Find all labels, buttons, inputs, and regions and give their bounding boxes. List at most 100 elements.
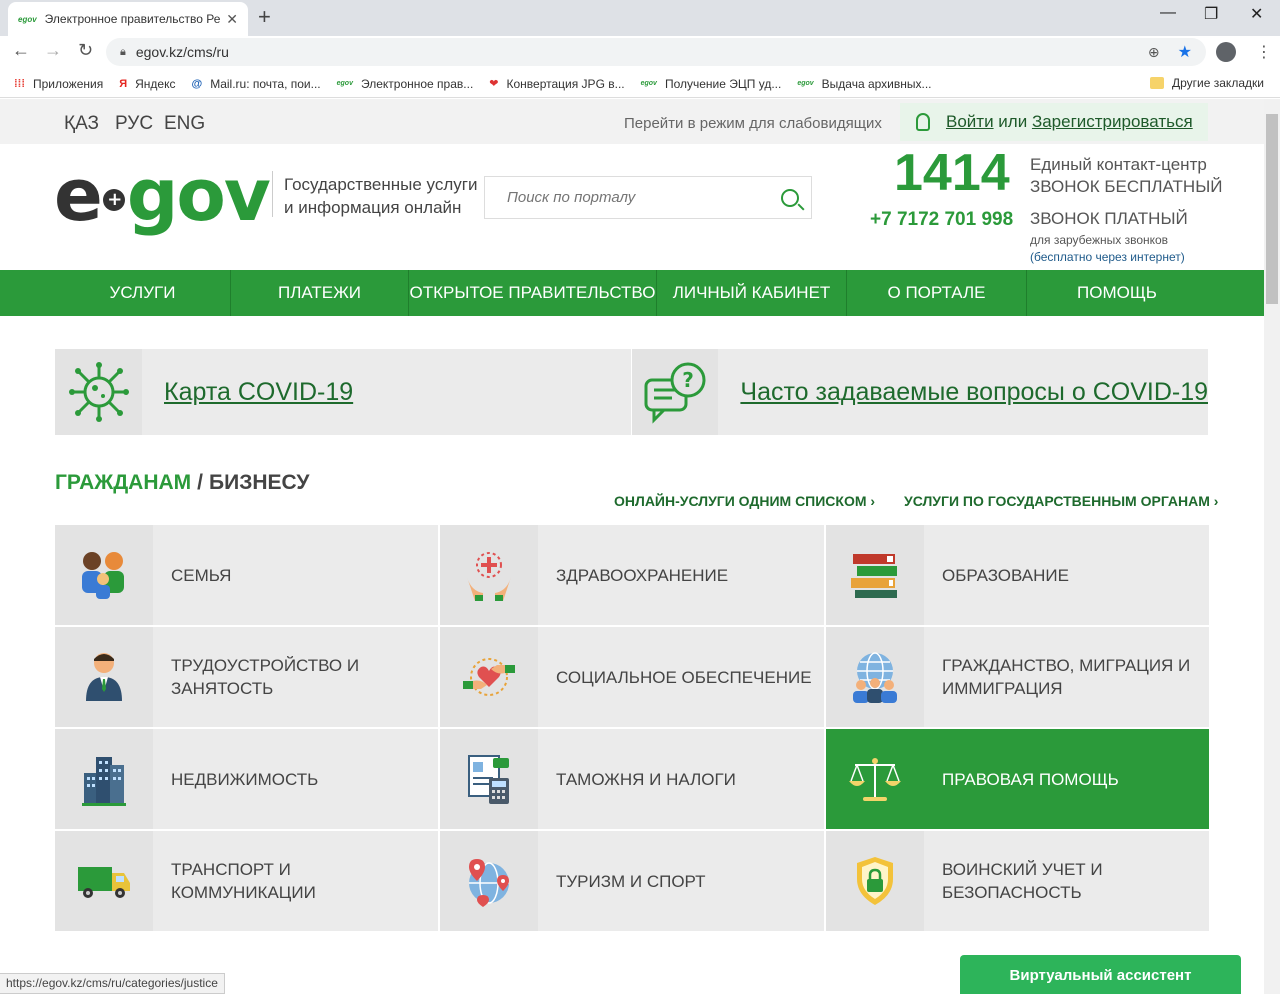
bookmarks-bar: ⁞⁞⁞ Приложения Я Яндекс @ Mail.ru: почта, пои…	[0, 70, 1280, 98]
category-tile[interactable]: Воинский учет и безопасность	[826, 831, 1209, 931]
heart-hands-icon	[440, 627, 538, 727]
browser-tab[interactable]: egov Электронное правительство Ре ✕	[8, 2, 248, 36]
logo-divider	[272, 171, 273, 217]
egov-icon: egov	[797, 80, 814, 87]
bookmark-label: Получение ЭЦП уд...	[664, 76, 782, 91]
browser-menu-icon[interactable]: ⋮	[1256, 42, 1272, 62]
section-title: ГРАЖДАНАМ / БИЗНЕСУ	[55, 471, 310, 494]
egov-icon: egov	[336, 80, 353, 87]
bookmark-item[interactable]: egov Выдача архивных...	[797, 77, 931, 91]
call-paid-text: ЗВОНОК ПЛАТНЫЙ	[1030, 209, 1188, 228]
maximize-icon[interactable]: ❐	[1204, 4, 1218, 24]
lang-kaz[interactable]: ҚАЗ	[64, 113, 99, 135]
bookmark-label: Конвертация JPG в...	[506, 76, 625, 91]
nav-about[interactable]: О ПОРТАЛЕ	[847, 270, 1027, 316]
covid-map-banner[interactable]: Карта COVID-19	[55, 349, 631, 435]
egov-icon: egov	[640, 80, 657, 87]
url-text: egov.kz/cms/ru	[135, 44, 229, 60]
lang-eng[interactable]: ENG	[164, 113, 205, 135]
bookmark-item[interactable]: @ Mail.ru: почта, пои...	[191, 77, 320, 91]
svg-text:?: ?	[682, 368, 694, 392]
category-tile[interactable]: Гражданство, миграция и иммиграция	[826, 627, 1209, 727]
online-services-list-link[interactable]: ОНЛАЙН-УСЛУГИ ОДНИМ СПИСКОМ ›	[614, 493, 875, 509]
nav-personal-account[interactable]: ЛИЧНЫЙ КАБИНЕТ	[657, 270, 847, 316]
category-label: Трудоустройство и занятость	[171, 656, 360, 698]
new-tab-button[interactable]: +	[258, 4, 271, 30]
nav-payments[interactable]: ПЛАТЕЖИ	[231, 270, 409, 316]
back-icon[interactable]: ←	[12, 40, 30, 61]
bookmark-item[interactable]: egov Электронное прав...	[337, 77, 474, 91]
category-label: Правовая помощь	[942, 769, 1119, 789]
covid-map-link[interactable]: Карта COVID-19	[164, 378, 353, 407]
category-tile[interactable]: Таможня и налоги	[440, 729, 824, 829]
heart-icon: ❤	[489, 78, 499, 90]
globe-people-icon	[826, 627, 924, 727]
accessibility-mode-link[interactable]: Перейти в режим для слабовидящих	[624, 115, 882, 132]
profile-avatar-icon[interactable]	[1216, 42, 1236, 62]
other-bookmarks-label: Другие закладки	[1172, 76, 1264, 90]
mailru-icon: @	[191, 77, 203, 90]
category-tile[interactable]: Недвижимость	[55, 729, 438, 829]
covid-faq-banner[interactable]: ? Часто задаваемые вопросы о COVID-19	[632, 349, 1208, 435]
globe-pin-icon	[440, 831, 538, 931]
category-tile[interactable]: Транспорт и коммуникации	[55, 831, 438, 931]
close-window-icon[interactable]: ✕	[1250, 4, 1263, 24]
category-label: Таможня и налоги	[556, 769, 736, 789]
nav-help[interactable]: ПОМОЩЬ	[1027, 270, 1207, 316]
search-input[interactable]	[507, 189, 781, 206]
close-tab-icon[interactable]: ✕	[226, 11, 238, 28]
minimize-icon[interactable]: —	[1160, 4, 1176, 22]
category-label: Социальное обеспечение	[556, 667, 812, 687]
login-box: Войти или Зарегистрироваться	[900, 103, 1208, 141]
user-icon	[916, 113, 930, 131]
egov-favicon-icon: egov	[18, 14, 37, 24]
address-bar[interactable]: 🔒︎ egov.kz/cms/ru ⊕ ★	[106, 38, 1206, 66]
tab-citizens[interactable]: ГРАЖДАНАМ	[55, 471, 191, 494]
category-tile[interactable]: Трудоустройство и занятость	[55, 627, 438, 727]
nav-open-government[interactable]: ОТКРЫТОЕ ПРАВИТЕЛЬСТВО	[409, 270, 657, 316]
tab-business[interactable]: БИЗНЕСУ	[209, 471, 309, 494]
login-link[interactable]: Войти	[946, 112, 994, 132]
family-icon	[55, 525, 153, 625]
bookmark-star-icon[interactable]: ★	[1178, 42, 1192, 62]
healthcare-icon	[440, 525, 538, 625]
status-bar-url: https://egov.kz/cms/ru/categories/justic…	[0, 973, 225, 994]
lang-rus[interactable]: РУС	[115, 113, 153, 135]
lock-icon: 🔒︎	[120, 45, 126, 58]
buildings-icon	[55, 729, 153, 829]
folder-icon	[1150, 77, 1164, 89]
covid-faq-link[interactable]: Часто задаваемые вопросы о COVID-19	[740, 378, 1208, 407]
bookmark-item[interactable]: ⁞⁞⁞ Приложения	[14, 77, 103, 91]
bookmark-item[interactable]: egov Получение ЭЦП уд...	[641, 77, 782, 91]
category-label: Здравоохранение	[556, 565, 729, 585]
top-strip: ҚАЗ РУС ENG Перейти в режим для слабовид…	[0, 99, 1264, 144]
free-internet-link[interactable]: (бесплатно через интернет)	[1030, 249, 1185, 266]
reload-icon[interactable]: ↻	[78, 40, 93, 61]
apps-grid-icon: ⁞⁞⁞	[14, 77, 25, 90]
register-link[interactable]: Зарегистрироваться	[1032, 112, 1193, 132]
bookmark-item[interactable]: Я Яндекс	[119, 77, 175, 91]
tagline: Государственные услуги и информация онла…	[284, 175, 478, 217]
books-icon	[826, 525, 924, 625]
virtual-assistant-button[interactable]: Виртуальный ассистент	[960, 955, 1241, 994]
zoom-icon[interactable]: ⊕	[1148, 44, 1160, 61]
contact-center-text: Единый контакт-центр ЗВОНОК БЕСПЛАТНЫЙ	[1030, 155, 1223, 196]
category-label: Образование	[942, 565, 1069, 585]
services-by-agency-link[interactable]: УСЛУГИ ПО ГОСУДАРСТВЕННЫМ ОРГАНАМ ›	[904, 493, 1218, 509]
category-tile[interactable]: Туризм и спорт	[440, 831, 824, 931]
foreign-calls-note: для зарубежных звонков (бесплатно через …	[1030, 233, 1185, 266]
nav-services[interactable]: УСЛУГИ	[55, 270, 231, 316]
category-tile[interactable]: Образование	[826, 525, 1209, 625]
forward-icon[interactable]: →	[44, 40, 62, 61]
other-bookmarks[interactable]: Другие закладки	[1150, 76, 1264, 90]
category-grid: Семья Здравоохранение Образование Трудоустр…	[55, 525, 1209, 931]
egov-logo[interactable]: e +gov	[54, 159, 271, 231]
scrollbar-thumb[interactable]	[1266, 114, 1278, 304]
category-tile[interactable]: Здравоохранение	[440, 525, 824, 625]
category-tile[interactable]: Социальное обеспечение	[440, 627, 824, 727]
category-tile[interactable]: Семья	[55, 525, 438, 625]
bookmark-item[interactable]: ❤ Конвертация JPG в...	[489, 77, 624, 91]
category-tile[interactable]: Правовая помощь	[826, 729, 1209, 829]
search-icon[interactable]	[781, 188, 799, 207]
tax-document-icon	[440, 729, 538, 829]
